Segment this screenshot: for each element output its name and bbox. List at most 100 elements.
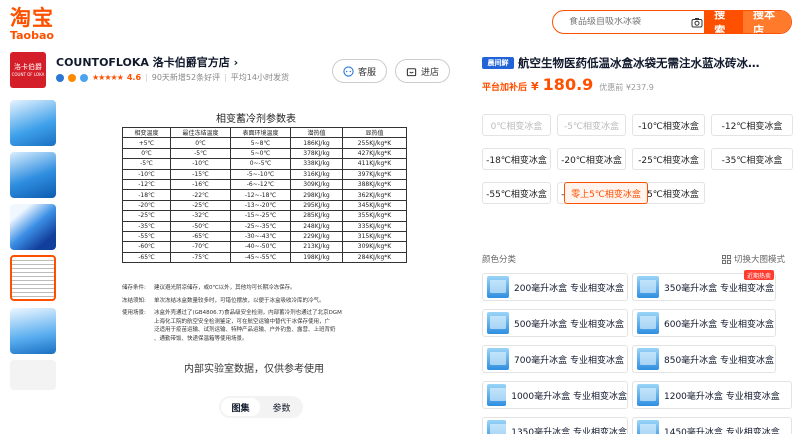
divider: | (224, 73, 227, 82)
spec-option[interactable]: 0℃相变冰盒 (482, 114, 551, 136)
table-row: -5℃ -10℃ 0~-5℃ 338KJ/kg 411KJ/kg*K (122, 158, 407, 170)
table-header-row: 相变温度 最佳冻结温度 表面环境温度 潜热值 显热值 (122, 126, 407, 139)
spec-option[interactable]: -10℃相变冰盒 (632, 114, 705, 136)
table-cell: 345KJ/kg*K (342, 199, 407, 212)
big-view-toggle[interactable]: 切换大图模式 (722, 253, 785, 265)
store-name[interactable]: COUNTOFLOKA 洛卡伯爵官方店 › (56, 54, 238, 70)
table-cell: 213KJ/kg (290, 241, 343, 253)
thumbnail-3[interactable] (10, 204, 56, 250)
color-option[interactable]: 700毫升冰盒 专业相变冰盒 (482, 345, 628, 373)
color-option[interactable]: 850毫升冰盒 专业相变冰盒 (632, 345, 776, 373)
note-line: 冻结须知: 单次冻结冰盒数量较多时，可错位摆放，以便于冰盒吸收冷库的冷气。 (122, 297, 325, 306)
table-header-cell: 表面环境温度 (230, 126, 291, 139)
note-text: 建议避光阴凉储存，或0℃以外，其他均可长期冷冻保存。 (154, 285, 296, 291)
color-option[interactable]: 1200毫升冰盒 专业相变冰盒 (632, 381, 792, 409)
ice-box-thumbnail-icon (487, 312, 509, 334)
note-text: 泛适用于疫苗运输、试剂运输、特种产品运输、户外钓鱼、露营、上班背奶 (154, 327, 336, 333)
table-cell: -55℃ (122, 230, 171, 243)
table-cell: 0~-5℃ (230, 158, 291, 170)
price-value: 180.9 (542, 75, 594, 94)
store-meta: ★★★★★ 4.6 | 90天新增52条好评 | 平均14小时发货 (56, 72, 289, 83)
color-option-label: 200毫升冰盒 专业相变冰盒 (514, 283, 625, 294)
table-cell: 315KJ/kg*K (342, 230, 407, 243)
color-option[interactable]: 600毫升冰盒 专业相变冰盒 (632, 309, 776, 337)
color-option[interactable]: 1450毫升冰盒 专业相变冰盒 (632, 417, 792, 434)
table-cell: -45~-55℃ (230, 251, 291, 264)
price-row: 平台加补后 ¥ 180.9 优惠前 ¥237.9 (482, 75, 654, 94)
note-text: 、通勤带饭、快递保温箱等使用场景。 (154, 335, 248, 342)
note-line: 、通勤带饭、快递保温箱等使用场景。 (122, 335, 248, 344)
color-option-label: 500毫升冰盒 专业相变冰盒 (514, 319, 625, 330)
store-name-text: COUNTOFLOKA 洛卡伯爵官方店 (56, 56, 230, 69)
table-row: -12℃ -16℃ -6~-12℃ 309KJ/kg 388KJ/kg*K (122, 178, 407, 191)
spec-option[interactable]: -5℃相变冰盒 (557, 114, 626, 136)
spec-option[interactable]: -35℃相变冰盒 (711, 148, 793, 170)
tab-gallery[interactable]: 图集 (221, 398, 260, 416)
search-button[interactable]: 搜索 (704, 11, 743, 33)
table-cell: -5~-10℃ (230, 168, 291, 180)
spec-option[interactable]: 零上5℃相变冰盒 (564, 182, 648, 204)
color-option-label: 600毫升冰盒 专业相变冰盒 (664, 319, 775, 330)
color-option[interactable]: 1000毫升冰盒 专业相变冰盒 (482, 381, 628, 409)
table-cell: 285KJ/kg (290, 210, 343, 222)
store-score: 4.6 (126, 73, 142, 82)
table-cell: -25~-35℃ (230, 220, 291, 232)
service-label: 客服 (357, 67, 376, 78)
note-key: 储存条件: (122, 285, 146, 291)
table-cell: 5~0℃ (230, 147, 291, 160)
search-bar: 搜索 搜本店 (552, 10, 792, 34)
color-option-label: 1000毫升冰盒 专业相变冰盒 (511, 391, 627, 402)
table-cell: -5℃ (170, 147, 231, 160)
table-cell: -65℃ (122, 251, 171, 264)
table-cell: -32℃ (170, 210, 231, 222)
store-logo[interactable]: 洛卡伯爵 COUNT OF LOKA (10, 52, 46, 88)
taobao-logo[interactable]: 淘宝 Taobao (10, 6, 54, 42)
spec-option[interactable]: -55℃相变冰盒 (482, 182, 551, 204)
note-text: 单次冻结冰盒数量较多时，可错位摆放，以便于冰盒吸收冷库的冷气。 (154, 298, 325, 304)
thumbnail-5[interactable] (10, 308, 56, 354)
store-icon (406, 67, 417, 76)
ice-box-thumbnail-icon (487, 348, 509, 370)
table-row: -25℃ -32℃ -15~-25℃ 285KJ/kg 355KJ/kg*K (122, 210, 407, 222)
tab-params[interactable]: 参数 (262, 398, 301, 416)
note-text: 冰盒外壳通过了(GB4806.7)食品级安全检测，内部蓄冷剂也通过了北京DGM (154, 310, 342, 316)
ice-box-thumbnail-icon (487, 384, 507, 406)
camera-icon[interactable] (689, 11, 704, 33)
table-row: -18℃ -22℃ -12~-18℃ 298KJ/kg 362KJ/kg*K (122, 189, 407, 201)
spec-option[interactable]: -18℃相变冰盒 (482, 148, 551, 170)
color-option[interactable]: 1350毫升冰盒 专业相变冰盒 (482, 417, 628, 434)
ice-box-thumbnail-icon (637, 348, 659, 370)
table-cell: 298KJ/kg (290, 189, 343, 201)
color-option-label: 1450毫升冰盒 专业相变冰盒 (664, 427, 780, 434)
table-cell: -15~-25℃ (230, 210, 291, 222)
lab-note: 内部实验室数据，仅供参考使用 (184, 364, 324, 375)
table-cell: -16℃ (170, 178, 231, 191)
thumbnail-6[interactable] (10, 360, 56, 390)
color-option-label: 1350毫升冰盒 专业相变冰盒 (511, 427, 627, 434)
spec-option[interactable]: -20℃相变冰盒 (557, 148, 626, 170)
color-option[interactable]: 500毫升冰盒 专业相变冰盒 (482, 309, 628, 337)
thumbnail-1[interactable] (10, 100, 56, 146)
thumbnail-4[interactable] (10, 255, 56, 301)
spec-option[interactable]: -12℃相变冰盒 (711, 114, 793, 136)
thumbnail-2[interactable] (10, 152, 56, 198)
ice-box-thumbnail-icon (487, 420, 507, 434)
color-option[interactable]: 200毫升冰盒 专业相变冰盒 (482, 273, 628, 301)
enter-store-button[interactable]: 进店 (395, 59, 450, 83)
customer-service-button[interactable]: 客服 (332, 59, 387, 83)
note-key: 冻结须知: (122, 298, 146, 304)
product-page: 淘宝 Taobao 搜索 搜本店 洛卡伯爵 COUNT OF LOKA COUN… (0, 0, 800, 434)
spec-table: 相变温度 最佳冻结温度 表面环境温度 潜热值 显热值 +5℃ 0℃ 5~8℃ 186K… (122, 126, 407, 264)
table-cell: 186KJ/kg (290, 137, 343, 149)
store-search-button[interactable]: 搜本店 (742, 11, 791, 33)
note-text: 上海化工院的航空安全检测鉴定，可在航空运输中替代干冰保存使用，广 (154, 318, 331, 325)
table-cell: -35℃ (122, 220, 171, 232)
spec-option[interactable]: -25℃相变冰盒 (632, 148, 705, 170)
table-cell: 388KJ/kg*K (342, 178, 407, 191)
table-cell: -30~-43℃ (230, 230, 291, 243)
table-row: -20℃ -25℃ -13~-20℃ 295KJ/kg 345KJ/kg*K (122, 199, 407, 212)
enter-label: 进店 (420, 67, 439, 78)
note-key: 使用场景: (122, 310, 146, 316)
note-line: 储存条件: 建议避光阴凉储存，或0℃以外，其他均可长期冷冻保存。 (122, 284, 296, 293)
search-input[interactable] (553, 17, 689, 27)
